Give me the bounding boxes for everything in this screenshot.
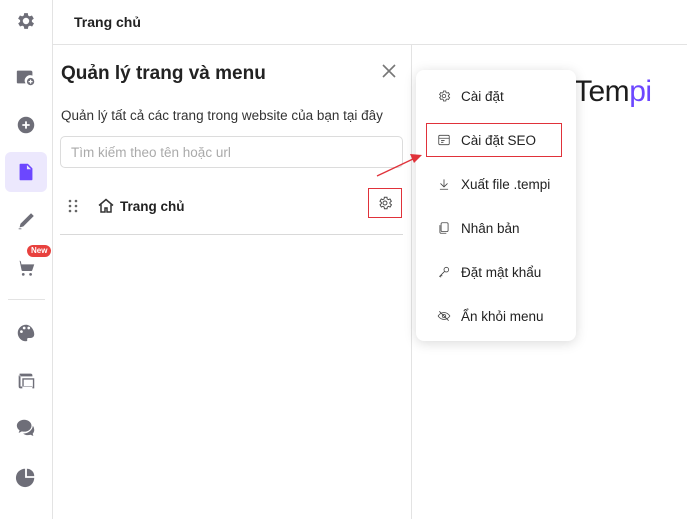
page-manager-panel: Quản lý trang và menu Quản lý tất cả các… [53,45,412,519]
page-label: Trang chủ [120,199,185,214]
new-badge: New [27,245,52,257]
page-context-menu: Cài đặt Cài đặt SEO Xuất file .tempi Nhâ… [416,70,576,341]
menu-item-label: Đặt mật khẩu [461,264,542,280]
gear-icon [379,196,393,210]
pen-icon[interactable] [12,207,40,235]
menu-item-label: Cài đặt [461,88,504,104]
menu-item-export[interactable]: Xuất file .tempi [416,167,576,201]
settings-gear-icon[interactable] [12,7,40,35]
panel-description: Quản lý tất cả các trang trong website c… [61,108,383,123]
cart-icon[interactable] [12,254,40,282]
menu-item-label: Xuất file .tempi [461,176,551,192]
add-element-icon[interactable] [12,111,40,139]
brand-logo: Tempi [574,75,652,108]
home-icon [97,197,115,215]
menu-item-label: Ẩn khỏi menu [461,308,544,324]
menu-item-label: Nhân bản [461,220,520,236]
menu-item-settings[interactable]: Cài đặt [416,79,576,113]
topbar-title: Trang chủ [74,14,141,30]
panel-title: Quản lý trang và menu [61,63,266,84]
pages-icon[interactable] [5,152,47,192]
add-page-icon[interactable] [12,63,40,91]
page-row[interactable]: Trang chủ [60,187,403,235]
duplicate-icon [439,222,449,234]
search-input[interactable] [60,136,403,168]
pie-chart-icon[interactable] [12,463,40,491]
palette-icon[interactable] [12,319,40,347]
download-icon [439,179,449,190]
close-icon[interactable] [379,61,399,81]
window-icon[interactable] [12,367,40,395]
sidebar-divider [8,299,45,300]
seo-icon [438,134,450,146]
page-settings-button[interactable] [368,188,402,218]
menu-item-seo-settings[interactable]: Cài đặt SEO [426,123,562,157]
top-bar: Trang chủ [53,0,687,45]
menu-item-hide-from-menu[interactable]: Ẩn khỏi menu [416,299,576,333]
key-icon [439,266,450,278]
sidebar: New [0,0,53,519]
gear-icon [439,90,451,102]
chat-icon[interactable] [12,414,40,442]
eye-off-icon [437,311,451,321]
menu-item-set-password[interactable]: Đặt mật khẩu [416,255,576,289]
drag-handle-icon[interactable] [67,198,79,214]
menu-item-label: Cài đặt SEO [461,132,537,148]
menu-item-duplicate[interactable]: Nhân bản [416,211,576,245]
